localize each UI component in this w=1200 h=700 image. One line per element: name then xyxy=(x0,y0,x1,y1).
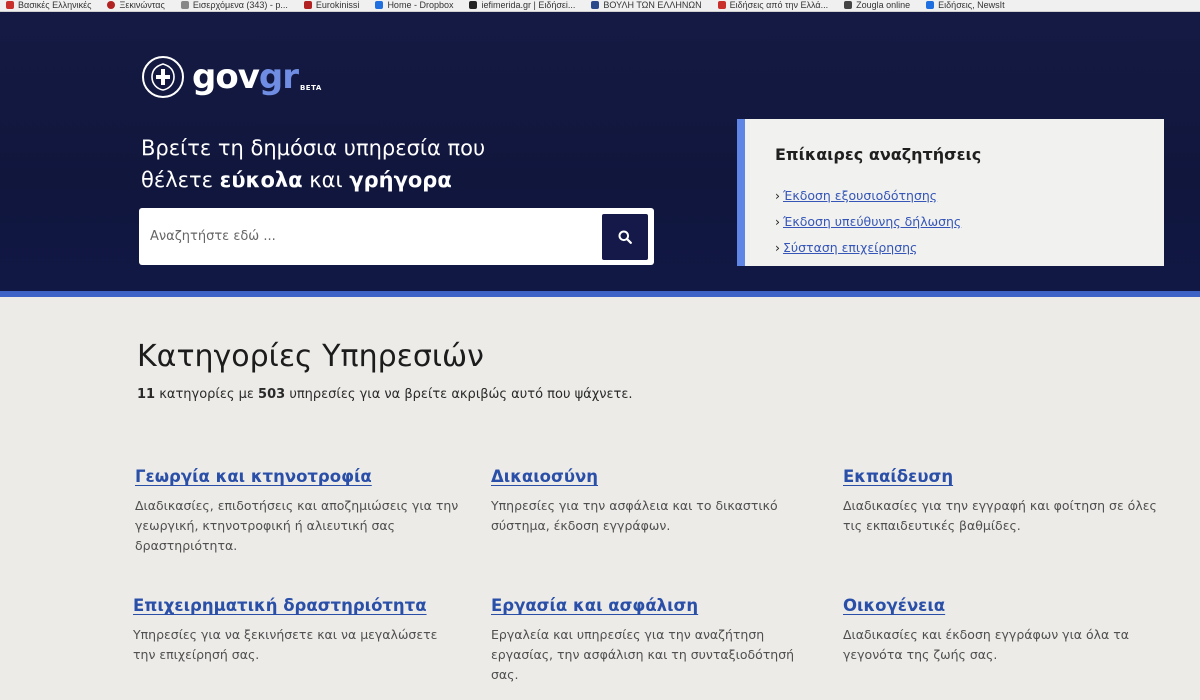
category-card: Εργασία και ασφάλιση Εργαλεία και υπηρεσ… xyxy=(491,596,821,685)
bookmark-favicon xyxy=(6,1,14,9)
category-description: Διαδικασίες, επιδοτήσεις και αποζημιώσει… xyxy=(135,498,459,553)
search-bar xyxy=(139,208,654,265)
popular-search-link[interactable]: Έκδοση εξουσιοδότησης xyxy=(783,188,937,203)
page-title: Κατηγορίες Υπηρεσιών xyxy=(137,339,484,374)
bookmark-favicon xyxy=(469,1,478,9)
bookmark-label: iefimerida.gr | Ειδήσεi... xyxy=(481,0,576,10)
popular-search-item: › Σύσταση επιχείρησης xyxy=(775,235,961,261)
logo-main: gov xyxy=(192,57,260,97)
summary-text1: κατηγορίες με xyxy=(155,387,259,402)
bookmark-label: Home - Dropbox xyxy=(387,0,454,10)
category-description: Διαδικασίες και έκδοση εγγράφων για όλα … xyxy=(843,627,1130,662)
search-input[interactable] xyxy=(139,208,602,265)
hero-tagline: Βρείτε τη δημόσια υπηρεσία που θέλετε εύ… xyxy=(141,132,561,196)
category-card: Επιχειρηματική δραστηριότητα Υπηρεσίες γ… xyxy=(133,596,463,665)
bookmark-label: Ειδήσεις από την Ελλά... xyxy=(729,0,829,10)
bookmark-label: Βασικές Ελληνικές xyxy=(18,0,92,10)
popular-searches-title: Επίκαιρες αναζητήσεις xyxy=(775,145,982,164)
category-description: Διαδικασίες για την εγγραφή και φοίτηση … xyxy=(843,498,1157,533)
main-content: Κατηγορίες Υπηρεσιών 11 κατηγορίες με 50… xyxy=(0,297,1200,700)
category-link-agriculture[interactable]: Γεωργία και κτηνοτροφία xyxy=(135,467,465,486)
category-description: Υπηρεσίες για την ασφάλεια και το δικαστ… xyxy=(491,498,778,533)
bookmark-label: Ξεκινώντας xyxy=(119,0,165,10)
chevron-right-icon: › xyxy=(775,214,780,229)
bookmark-item[interactable]: Eurokinissi xyxy=(298,0,370,11)
tagline-line2: θέλετε εύκολα και γρήγορα xyxy=(141,164,561,196)
govgr-logo[interactable]: govgr BETA xyxy=(142,56,322,98)
bookmark-item[interactable]: Βασικές Ελληνικές xyxy=(0,0,101,11)
popular-search-item: › Έκδοση εξουσιοδότησης xyxy=(775,183,961,209)
category-description: Εργαλεία και υπηρεσίες για την αναζήτηση… xyxy=(491,627,795,682)
popular-search-link[interactable]: Έκδοση υπεύθυνης δήλωσης xyxy=(783,214,961,229)
search-icon xyxy=(618,230,632,244)
popular-search-item: › Έκδοση υπεύθυνης δήλωσης xyxy=(775,209,961,235)
chevron-right-icon: › xyxy=(775,188,780,203)
category-card: Εκπαίδευση Διαδικασίες για την εγγραφή κ… xyxy=(843,467,1173,536)
bookmark-item[interactable]: iefimerida.gr | Ειδήσεi... xyxy=(463,0,585,11)
bookmark-item[interactable]: Ειδήσεις από την Ελλά... xyxy=(712,0,838,11)
bookmark-favicon xyxy=(180,1,189,9)
bookmark-favicon xyxy=(375,1,384,9)
site-header: govgr BETA Βρείτε τη δημόσια υπηρεσία πο… xyxy=(0,12,1200,295)
summary-text2: υπηρεσίες για να βρείτε ακριβώς αυτό που… xyxy=(285,387,633,402)
bookmark-favicon xyxy=(926,1,935,9)
category-link-justice[interactable]: Δικαιοσύνη xyxy=(491,467,791,486)
tagline-mid: και xyxy=(302,168,350,192)
bookmark-favicon xyxy=(303,1,312,9)
category-card: Οικογένεια Διαδικασίες και έκδοση εγγράφ… xyxy=(843,596,1173,665)
bookmark-item[interactable]: Εισερχόμενα (343) - p... xyxy=(175,0,298,11)
bookmark-label: ΒΟΥΛΗ ΤΩΝ ΕΛΛΗΝΩΝ xyxy=(603,0,702,10)
category-description: Υπηρεσίες για να ξεκινήσετε και να μεγαλ… xyxy=(133,627,438,662)
tagline-line1: Βρείτε τη δημόσια υπηρεσία που xyxy=(141,136,486,160)
category-link-business[interactable]: Επιχειρηματική δραστηριότητα xyxy=(133,596,463,615)
bookmark-item[interactable]: Zougla online xyxy=(838,0,920,11)
bookmark-item[interactable]: ΒΟΥΛΗ ΤΩΝ ΕΛΛΗΝΩΝ xyxy=(585,0,711,11)
search-button[interactable] xyxy=(602,213,648,260)
logo-accent: gr xyxy=(258,57,299,97)
popular-searches-list: › Έκδοση εξουσιοδότησης › Έκδοση υπεύθυνης… xyxy=(775,183,961,261)
category-card: Γεωργία και κτηνοτροφία Διαδικασίες, επι… xyxy=(135,467,465,556)
chevron-right-icon: › xyxy=(775,240,780,255)
bookmark-item[interactable]: Home - Dropbox xyxy=(369,0,463,11)
bookmark-favicon xyxy=(717,1,726,9)
bookmark-label: Eurokinissi xyxy=(315,0,360,10)
category-card: Δικαιοσύνη Υπηρεσίες για την ασφάλεια κα… xyxy=(491,467,791,536)
bookmark-favicon xyxy=(107,1,116,9)
bookmark-label: Ειδήσεις, NewsIt xyxy=(938,0,1005,10)
tagline-prefix: θέλετε xyxy=(141,168,220,192)
bookmarks-bar: Βασικές Ελληνικές Ξεκινώντας Εισερχόμενα… xyxy=(0,0,1200,12)
category-link-education[interactable]: Εκπαίδευση xyxy=(843,467,1173,486)
beta-badge: BETA xyxy=(299,84,322,92)
category-link-family[interactable]: Οικογένεια xyxy=(843,596,1173,615)
popular-searches-panel: Επίκαιρες αναζητήσεις › Έκδοση εξουσιοδότ… xyxy=(737,119,1164,266)
bookmark-label: Εισερχόμενα (343) - p... xyxy=(192,0,288,10)
category-count: 11 xyxy=(137,387,156,402)
bookmark-item[interactable]: Ειδήσεις, NewsIt xyxy=(920,0,1014,11)
bookmark-favicon xyxy=(591,1,600,9)
bookmark-item[interactable]: Ξεκινώντας xyxy=(101,0,174,11)
category-link-employment[interactable]: Εργασία και ασφάλιση xyxy=(491,596,821,615)
logo-wordmark: govgr xyxy=(192,57,299,97)
service-count: 503 xyxy=(258,387,286,402)
tagline-bold-fast: γρήγορα xyxy=(349,168,452,192)
tagline-bold-easy: εύκολα xyxy=(219,168,303,192)
popular-search-link[interactable]: Σύσταση επιχείρησης xyxy=(783,240,917,255)
bookmark-label: Zougla online xyxy=(856,0,911,10)
categories-summary: 11 κατηγορίες με 503 υπηρεσίες για να βρ… xyxy=(137,387,633,402)
bookmark-favicon xyxy=(844,1,853,9)
greek-emblem-icon xyxy=(142,56,184,98)
